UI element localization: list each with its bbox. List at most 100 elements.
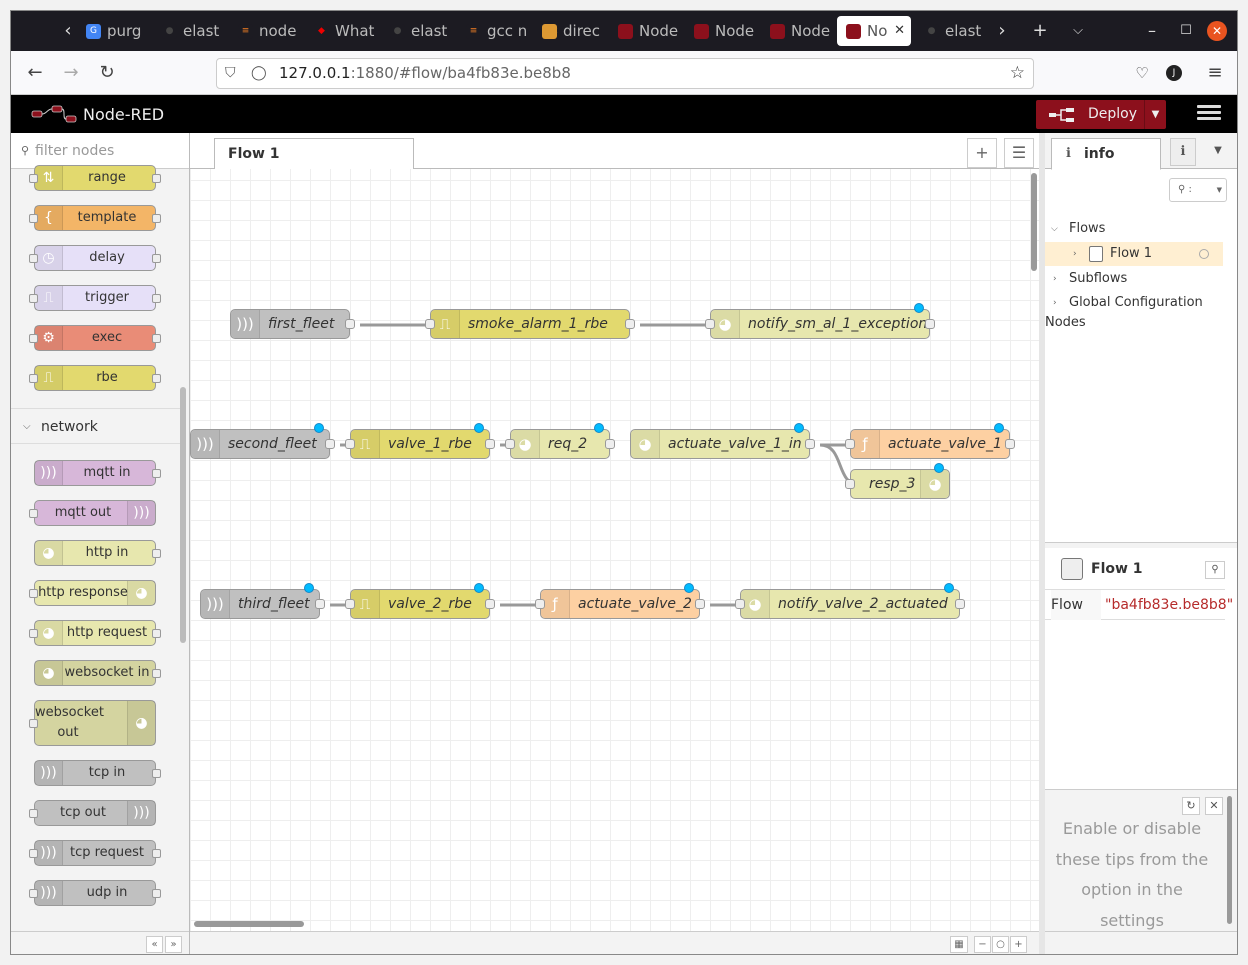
browser-tab[interactable]: ≺ Node (685, 16, 759, 46)
flow-node[interactable]: ⎍ smoke_alarm_1_rbe (425, 309, 635, 339)
canvas-horizontal-scrollbar[interactable] (194, 921, 304, 927)
port-out[interactable] (152, 669, 161, 678)
reload-button[interactable]: ↻ (93, 59, 121, 87)
browser-tab[interactable]: ≺ No ✕ (837, 16, 911, 46)
port-in[interactable] (29, 889, 38, 898)
palette-node[interactable]: ))) mqtt in (34, 460, 161, 486)
palette-node[interactable]: ))) tcp out (29, 800, 156, 826)
app-menu-icon[interactable]: ≡ (1201, 59, 1229, 87)
port-in[interactable] (29, 294, 38, 303)
palette-scrollbar[interactable] (180, 387, 186, 643)
browser-tab[interactable]: Gpurg (77, 16, 151, 46)
sidebar-search-input[interactable]: ⚲ : ▼ (1169, 178, 1227, 202)
output-port[interactable] (485, 439, 495, 449)
zoom-in-button[interactable]: + (1010, 936, 1027, 953)
flow-node[interactable]: ƒ actuate_valve_1 (845, 423, 1015, 459)
search-icon[interactable]: ⚲ (1205, 561, 1225, 579)
input-port[interactable] (345, 439, 355, 449)
page-info-icon[interactable]: ⛉ (225, 59, 236, 88)
palette-category-network[interactable]: ⌵ network (11, 408, 181, 444)
info-tab-button[interactable]: ℹ (1170, 138, 1196, 166)
tree-item-global-config[interactable]: › Global Configuration Nodes (1045, 291, 1223, 335)
port-out[interactable] (152, 174, 161, 183)
close-tab-icon[interactable]: ✕ (894, 16, 905, 46)
port-in[interactable] (29, 334, 38, 343)
tree-item-flow-1[interactable]: › Flow 1 (1045, 242, 1223, 266)
port-in[interactable] (29, 374, 38, 383)
output-port[interactable] (325, 439, 335, 449)
port-out[interactable] (152, 254, 161, 263)
port-in[interactable] (29, 809, 38, 818)
port-out[interactable] (152, 294, 161, 303)
scroll-tabs-right-icon[interactable]: › (987, 16, 1017, 46)
tree-item-flows[interactable]: ⌵ Flows (1045, 217, 1223, 241)
palette-node[interactable]: {template (29, 205, 161, 231)
port-out[interactable] (152, 214, 161, 223)
input-port[interactable] (505, 439, 515, 449)
palette-node[interactable]: ))) mqtt out (29, 500, 156, 526)
input-port[interactable] (735, 599, 745, 609)
tab-info[interactable]: ℹ info (1051, 138, 1161, 170)
port-out[interactable] (152, 769, 161, 778)
flow-node[interactable]: ◕ notify_sm_al_1_exception (705, 303, 935, 339)
browser-tab[interactable]: ≺ Node (609, 16, 683, 46)
main-menu-icon[interactable] (1197, 103, 1221, 125)
zoom-out-button[interactable]: − (974, 936, 991, 953)
zoom-reset-button[interactable]: ○ (992, 936, 1009, 953)
palette-node[interactable]: ))) udp in (29, 880, 161, 906)
browser-tab[interactable]: ≡ gcc n (457, 16, 531, 46)
flow-node[interactable]: ))) third_fleet (200, 583, 325, 619)
flow-node[interactable]: ◕ notify_valve_2_actuated (735, 583, 965, 619)
port-out[interactable] (152, 549, 161, 558)
input-port[interactable] (345, 599, 355, 609)
palette-node[interactable]: ⎍ trigger (29, 285, 161, 311)
palette-filter-input[interactable]: ⚲ filter nodes (11, 133, 189, 169)
back-button[interactable]: ← (21, 59, 49, 87)
tips-scrollbar[interactable] (1227, 796, 1232, 924)
add-flow-button[interactable]: + (967, 138, 997, 168)
browser-tab[interactable]: ● elast (915, 16, 989, 46)
flow-node[interactable]: ◕ req_2 (505, 423, 615, 459)
pocket-icon[interactable]: ♡ (1128, 59, 1156, 87)
output-port[interactable] (925, 319, 935, 329)
sidebar-splitter[interactable] (1045, 542, 1237, 548)
port-out[interactable] (152, 629, 161, 638)
input-port[interactable] (845, 439, 855, 449)
deploy-button[interactable]: Deploy ▼ (1036, 100, 1166, 129)
browser-tab[interactable]: ◆ What (305, 16, 379, 46)
deploy-options-chevron-icon[interactable]: ▼ (1144, 100, 1166, 129)
palette-node[interactable]: ⎍ rbe (29, 365, 161, 391)
output-port[interactable] (695, 599, 705, 609)
tree-item-subflows[interactable]: › Subflows (1045, 267, 1223, 291)
browser-tab[interactable]: ● elast (153, 16, 227, 46)
palette-node[interactable]: ⇅ range (29, 165, 161, 191)
expand-all-icon[interactable]: » (165, 936, 182, 953)
tab-flow-1[interactable]: Flow 1 (214, 138, 414, 170)
port-in[interactable] (29, 509, 38, 518)
flow-node[interactable]: ⎍ valve_1_rbe (345, 423, 495, 459)
flow-node[interactable]: ))) second_fleet (190, 423, 335, 459)
port-in[interactable] (29, 719, 38, 728)
palette-node[interactable]: ◕ websocket out (29, 700, 156, 746)
port-out[interactable] (152, 374, 161, 383)
palette-node[interactable]: ◕ websocket in (34, 660, 161, 686)
input-port[interactable] (425, 319, 435, 329)
flow-node[interactable]: ⎍ valve_2_rbe (345, 583, 495, 619)
port-out[interactable] (152, 334, 161, 343)
port-in[interactable] (29, 214, 38, 223)
port-in[interactable] (29, 629, 38, 638)
port-in[interactable] (29, 849, 38, 858)
browser-tab[interactable]: ● elast (381, 16, 455, 46)
flow-node[interactable]: ƒ actuate_valve_2 (535, 583, 705, 619)
port-out[interactable] (152, 849, 161, 858)
output-port[interactable] (1005, 439, 1015, 449)
palette-node[interactable]: ◕ http in (34, 540, 161, 566)
collapse-all-icon[interactable]: « (146, 936, 163, 953)
port-in[interactable] (29, 174, 38, 183)
bookmark-star-icon[interactable]: ☆ (1010, 59, 1025, 88)
flow-node[interactable]: ◕ resp_3 (845, 463, 950, 499)
flow-node[interactable]: ))) first_fleet (230, 309, 355, 339)
output-port[interactable] (625, 319, 635, 329)
output-port[interactable] (955, 599, 965, 609)
palette-node[interactable]: ⚙ exec (29, 325, 161, 351)
